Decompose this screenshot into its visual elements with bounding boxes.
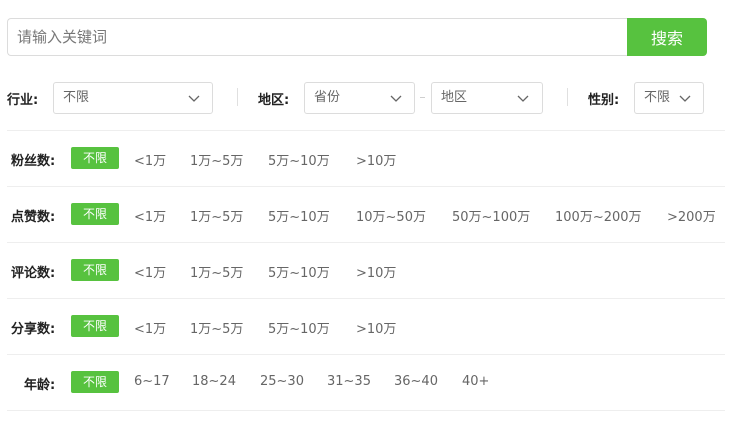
age-label: 年龄: xyxy=(24,378,56,393)
likes-option[interactable]: 10万~50万 xyxy=(356,206,426,225)
filter-separator xyxy=(567,88,568,106)
shares-option-active[interactable]: 不限 xyxy=(71,315,119,337)
area-select-value: 地区 xyxy=(441,90,468,105)
comments-label: 评论数: xyxy=(11,266,56,281)
fans-option-active[interactable]: 不限 xyxy=(71,147,119,169)
divider xyxy=(7,298,725,299)
chevron-down-icon xyxy=(679,95,691,102)
comments-option-active[interactable]: 不限 xyxy=(71,259,119,281)
divider xyxy=(7,242,725,243)
gender-label: 性别: xyxy=(588,93,620,108)
shares-option[interactable]: 5万~10万 xyxy=(268,318,330,337)
filter-separator xyxy=(237,88,238,106)
chevron-down-icon xyxy=(517,95,529,102)
age-option-active[interactable]: 不限 xyxy=(71,371,119,393)
age-option[interactable]: 25~30 xyxy=(260,374,304,389)
fans-option[interactable]: 5万~10万 xyxy=(268,150,330,169)
province-select-value: 省份 xyxy=(314,90,341,105)
industry-select-value: 不限 xyxy=(63,90,90,105)
region-label: 地区: xyxy=(258,93,290,108)
chevron-down-icon xyxy=(390,95,402,102)
shares-option[interactable]: 1万~5万 xyxy=(190,318,243,337)
divider xyxy=(7,354,725,355)
age-option[interactable]: 31~35 xyxy=(327,374,371,389)
likes-label: 点赞数: xyxy=(11,210,56,225)
comments-option[interactable]: >10万 xyxy=(356,262,396,281)
likes-option[interactable]: >200万 xyxy=(667,206,716,225)
divider xyxy=(7,410,725,411)
likes-option[interactable]: 1万~5万 xyxy=(190,206,243,225)
industry-label: 行业: xyxy=(7,93,39,108)
fans-option[interactable]: >10万 xyxy=(356,150,396,169)
shares-option[interactable]: >10万 xyxy=(356,318,396,337)
fans-option[interactable]: <1万 xyxy=(134,150,166,169)
age-option[interactable]: 40+ xyxy=(462,374,489,389)
gender-select-value: 不限 xyxy=(644,90,671,105)
range-dash xyxy=(420,97,425,98)
gender-select[interactable]: 不限 xyxy=(634,82,704,114)
fans-option[interactable]: 1万~5万 xyxy=(190,150,243,169)
age-option[interactable]: 18~24 xyxy=(192,374,236,389)
likes-option[interactable]: 100万~200万 xyxy=(555,206,642,225)
comments-option[interactable]: 5万~10万 xyxy=(268,262,330,281)
search-button[interactable]: 搜索 xyxy=(627,18,707,56)
province-select[interactable]: 省份 xyxy=(304,82,415,114)
divider xyxy=(7,186,725,187)
likes-option[interactable]: 50万~100万 xyxy=(452,206,530,225)
chevron-down-icon xyxy=(188,95,200,102)
likes-option[interactable]: 5万~10万 xyxy=(268,206,330,225)
industry-select[interactable]: 不限 xyxy=(53,82,213,114)
shares-label: 分享数: xyxy=(11,322,56,337)
comments-option[interactable]: <1万 xyxy=(134,262,166,281)
divider xyxy=(7,130,725,131)
comments-option[interactable]: 1万~5万 xyxy=(190,262,243,281)
likes-option[interactable]: <1万 xyxy=(134,206,166,225)
likes-option-active[interactable]: 不限 xyxy=(71,203,119,225)
search-input[interactable] xyxy=(7,18,628,56)
shares-option[interactable]: <1万 xyxy=(134,318,166,337)
age-option[interactable]: 36~40 xyxy=(394,374,438,389)
area-select[interactable]: 地区 xyxy=(431,82,543,114)
age-option[interactable]: 6~17 xyxy=(134,374,170,389)
fans-label: 粉丝数: xyxy=(11,154,56,169)
